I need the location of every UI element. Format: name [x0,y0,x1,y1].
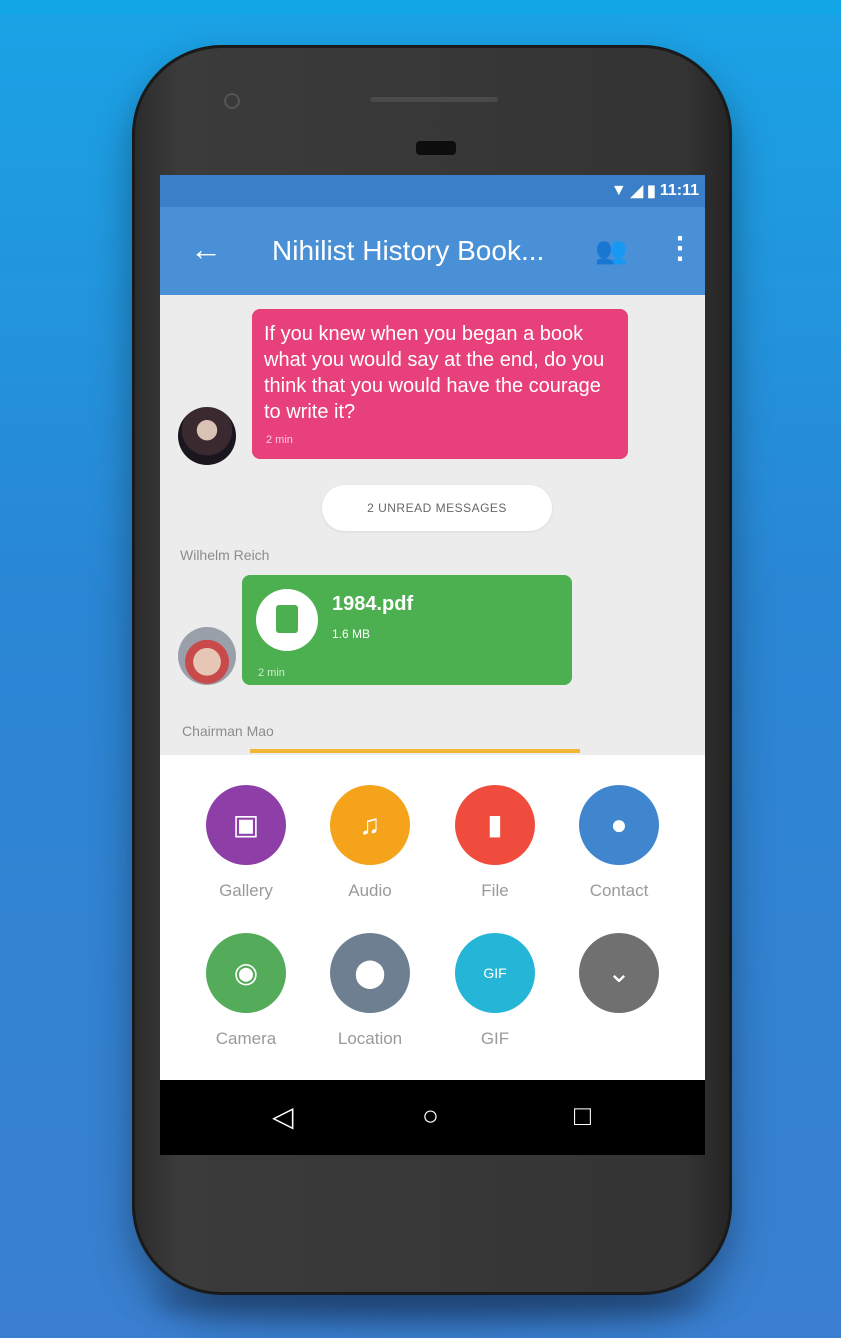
status-time: 11:11 [659,182,699,199]
sender-name: Chairman Mao [182,723,274,739]
camera-icon: ◉ [206,933,286,1013]
system-nav-bar: ◁ ○ □ [160,1080,705,1155]
gif-icon: GIF [455,933,535,1013]
signal-icon: ◢ [630,183,644,200]
nav-back-icon[interactable]: ◁ [272,1100,294,1133]
chevron-down-icon: ⌄ [579,933,659,1013]
location-icon: ⬤ [330,933,410,1013]
message-text: If you knew when you began a book what y… [264,323,605,423]
attach-audio[interactable]: ♫ Audio [308,785,432,901]
battery-icon: ▮ [647,183,656,200]
attach-gif[interactable]: GIF GIF [433,933,557,1049]
avatar[interactable] [178,627,236,685]
attach-gallery[interactable]: ▣ Gallery [184,785,308,901]
background-top-edge [0,0,841,14]
nav-home-icon[interactable]: ○ [422,1100,439,1132]
message-preview-edge [250,749,580,753]
app-screen: ▼ ◢ ▮ 11:11 ← Nihilist History Book... 👥… [160,175,705,1155]
image-icon: ▣ [206,785,286,865]
chat-title: Nihilist History Book... [272,235,545,266]
arrow-back-icon[interactable]: ← [190,233,222,265]
file-icon [256,589,318,651]
unread-messages-badge: 2 UNREAD MESSAGES [322,485,552,531]
headphones-icon: ♫ [330,785,410,865]
person-icon: ● [579,785,659,865]
message-bubble[interactable]: If you knew when you began a book what y… [252,309,628,459]
earpiece [416,141,456,155]
file-message-bubble[interactable]: 1984.pdf 1.6 MB 2 min [242,575,572,685]
attach-file[interactable]: ▮ File [433,785,557,901]
group-icon[interactable]: 👥 [595,235,627,266]
app-bar: ← Nihilist History Book... 👥 ⋮ [160,207,705,295]
attach-more[interactable]: ⌄ [557,933,681,1029]
attach-contact[interactable]: ● Contact [557,785,681,901]
sender-name: Wilhelm Reich [180,547,270,563]
chat-area[interactable]: If you knew when you began a book what y… [160,295,705,755]
status-bar: ▼ ◢ ▮ 11:11 [160,175,705,207]
front-camera [224,93,240,109]
message-meta: 2 min [266,434,293,446]
avatar[interactable] [178,407,236,465]
file-icon: ▮ [455,785,535,865]
nav-recents-icon[interactable]: □ [574,1100,591,1132]
message-meta: 2 min [258,667,285,679]
more-vert-icon[interactable]: ⋮ [665,231,695,266]
phone-device: ▼ ◢ ▮ 11:11 ← Nihilist History Book... 👥… [132,45,732,1295]
attach-location[interactable]: ⬤ Location [308,933,432,1049]
top-speaker [370,97,498,102]
file-name: 1984.pdf [332,593,414,615]
wifi-icon: ▼ [610,182,627,199]
file-size: 1.6 MB [332,627,371,641]
attach-camera[interactable]: ◉ Camera [184,933,308,1049]
attachment-sheet: ▣ Gallery ♫ Audio ▮ File ● Contact ◉ Cam… [160,755,705,1080]
